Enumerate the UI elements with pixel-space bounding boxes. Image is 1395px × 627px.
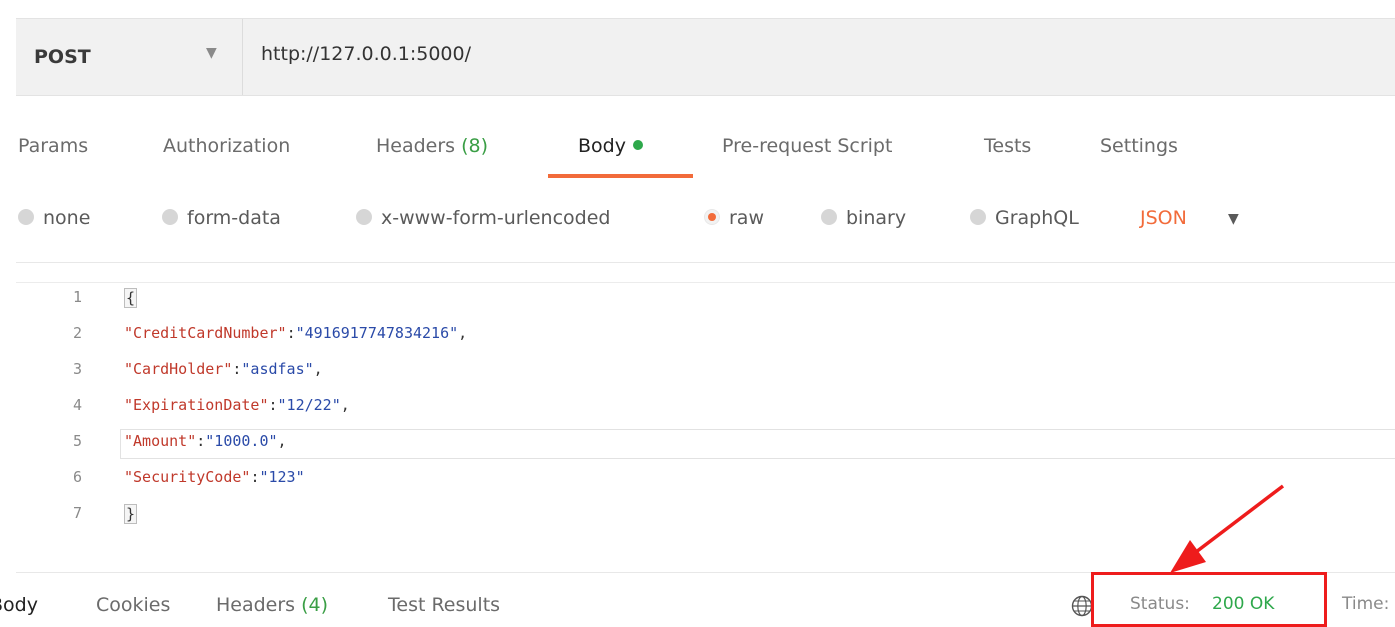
tab-tests[interactable]: Tests (984, 135, 1031, 157)
code-text: "ExpirationDate":"12/22", (124, 396, 350, 414)
radio-icon (18, 208, 34, 225)
close-brace: } (124, 504, 138, 524)
chevron-down-icon: ▼ (206, 45, 217, 61)
code-text: "SecurityCode":"123" (124, 468, 305, 486)
json-key: "Amount" (124, 432, 197, 450)
json-value: "123" (259, 468, 305, 486)
line-number: 4 (72, 396, 82, 414)
time-label[interactable]: Time: 4 (1342, 594, 1395, 614)
response-tab-test-results[interactable]: Test Results (388, 594, 500, 616)
method-label: POST (34, 46, 91, 68)
response-tab-headers[interactable]: Headers (4) (216, 594, 328, 616)
code-text: { (124, 288, 138, 308)
tab-settings[interactable]: Settings (1100, 135, 1178, 157)
url-input[interactable]: http://127.0.0.1:5000/ (261, 43, 471, 65)
radio-binary-label: binary (846, 207, 907, 229)
radio-icon (970, 208, 986, 225)
json-value: "1000.0" (205, 432, 278, 450)
line-number: 2 (72, 324, 82, 342)
request-bar: POST ▼ http://127.0.0.1:5000/ (16, 18, 1395, 96)
radio-binary[interactable]: binary (821, 207, 906, 229)
tab-headers[interactable]: Headers (8) (376, 135, 488, 157)
line-number: 3 (72, 360, 82, 378)
body-modified-dot (632, 139, 643, 150)
body-editor[interactable]: 1 { 2 "CreditCardNumber":"49169177478342… (0, 284, 1395, 542)
radio-icon (821, 208, 837, 225)
tab-pre-request-script[interactable]: Pre-request Script (722, 135, 892, 157)
code-text: "Amount":"1000.0", (124, 432, 287, 450)
json-value: "4916917747834216" (295, 324, 459, 342)
json-comma: , (458, 324, 468, 342)
response-tab-cookies[interactable]: Cookies (96, 594, 170, 616)
response-tab-headers-label: Headers (216, 594, 296, 616)
line-number: 7 (72, 504, 82, 522)
open-brace: { (124, 288, 138, 308)
radio-icon (162, 208, 178, 225)
code-line: 2 "CreditCardNumber":"4916917747834216", (0, 320, 1395, 350)
json-comma: , (313, 360, 323, 378)
body-type-selector: none form-data x-www-form-urlencoded raw… (0, 195, 1395, 247)
format-select[interactable]: JSON (1140, 207, 1187, 229)
divider (16, 282, 1395, 283)
line-number: 6 (72, 468, 82, 486)
tab-params[interactable]: Params (18, 135, 88, 157)
code-line: 7 } (0, 500, 1395, 530)
json-key: "CreditCardNumber" (124, 324, 287, 342)
response-tab-body[interactable]: Body (0, 594, 38, 616)
json-comma: , (277, 432, 287, 450)
chevron-down-icon[interactable]: ▼ (1228, 211, 1239, 227)
tab-body[interactable]: Body (578, 135, 643, 157)
json-key: "ExpirationDate" (124, 396, 269, 414)
code-line: 5 "Amount":"1000.0", (0, 428, 1395, 458)
radio-urlencoded[interactable]: x-www-form-urlencoded (356, 207, 610, 229)
radio-graphql-label: GraphQL (995, 207, 1079, 229)
tab-headers-label: Headers (376, 135, 456, 157)
radio-form-data[interactable]: form-data (162, 207, 281, 229)
divider (16, 262, 1395, 263)
code-text: "CardHolder":"asdfas", (124, 360, 323, 378)
json-value: "12/22" (277, 396, 341, 414)
code-line: 6 "SecurityCode":"123" (0, 464, 1395, 494)
code-text: } (124, 504, 138, 524)
tab-authorization[interactable]: Authorization (163, 135, 290, 157)
line-number: 1 (72, 288, 82, 306)
radio-graphql[interactable]: GraphQL (970, 207, 1079, 229)
request-tabs: Params Authorization Headers (8) Body Pr… (0, 125, 1395, 181)
tab-headers-count: (8) (461, 135, 489, 157)
line-number: 5 (72, 432, 82, 450)
active-tab-indicator (548, 174, 693, 178)
code-line: 3 "CardHolder":"asdfas", (0, 356, 1395, 386)
json-key: "SecurityCode" (124, 468, 251, 486)
radio-none[interactable]: none (18, 207, 90, 229)
json-value: "asdfas" (241, 360, 314, 378)
response-headers-count: (4) (301, 594, 329, 616)
code-text: "CreditCardNumber":"4916917747834216", (124, 324, 468, 342)
radio-icon (356, 208, 372, 225)
radio-none-label: none (43, 207, 91, 229)
code-line: 1 { (0, 284, 1395, 314)
method-select[interactable]: POST ▼ (16, 19, 243, 95)
code-line: 4 "ExpirationDate":"12/22", (0, 392, 1395, 422)
radio-selected-icon (704, 208, 720, 225)
radio-form-data-label: form-data (187, 207, 281, 229)
radio-raw-label: raw (729, 207, 764, 229)
annotation-highlight-box (1091, 572, 1327, 627)
radio-raw[interactable]: raw (704, 207, 764, 229)
tab-body-label: Body (578, 135, 626, 157)
json-key: "CardHolder" (124, 360, 233, 378)
radio-urlencoded-label: x-www-form-urlencoded (381, 207, 611, 229)
json-comma: , (340, 396, 350, 414)
